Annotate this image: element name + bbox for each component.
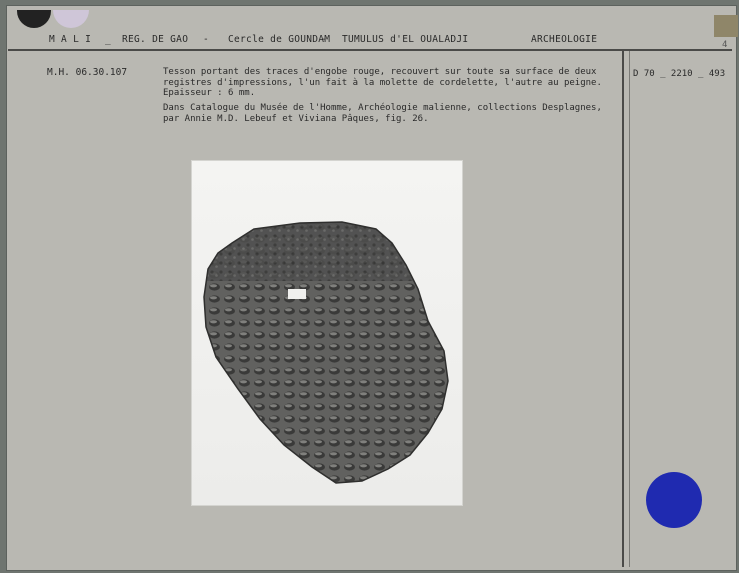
header-cercle: Cercle de GOUNDAM	[228, 34, 331, 45]
header-sep: -	[321, 34, 328, 45]
lilac-punch-dot	[53, 10, 89, 28]
object-description: Tesson portant des traces d'engobe rouge…	[163, 67, 602, 98]
catalog-number: D 70 _ 2210 _ 493	[633, 69, 726, 79]
bibliography: Dans Catalogue du Musée de l'Homme, Arch…	[163, 103, 602, 124]
header-line: M A L I _ REG. DE GAO - Cercle de GOUNDA…	[19, 34, 719, 48]
header-region: REG. DE GAO	[122, 34, 189, 45]
header-category: ARCHEOLOGIE	[531, 34, 598, 45]
header-sep: _	[105, 34, 112, 45]
column-divider	[622, 51, 624, 567]
column-divider-thin	[629, 51, 630, 567]
blue-marker-dot	[646, 472, 702, 528]
sherd-image	[203, 221, 449, 484]
black-punch-dot	[17, 10, 51, 28]
header-site: TUMULUS d'EL OUALADJI	[342, 34, 469, 45]
inventory-reference: M.H. 06.30.107	[47, 67, 128, 78]
sherd-photograph	[191, 160, 463, 506]
header-country: M A L I	[49, 34, 92, 45]
header-sep: -	[203, 34, 210, 45]
